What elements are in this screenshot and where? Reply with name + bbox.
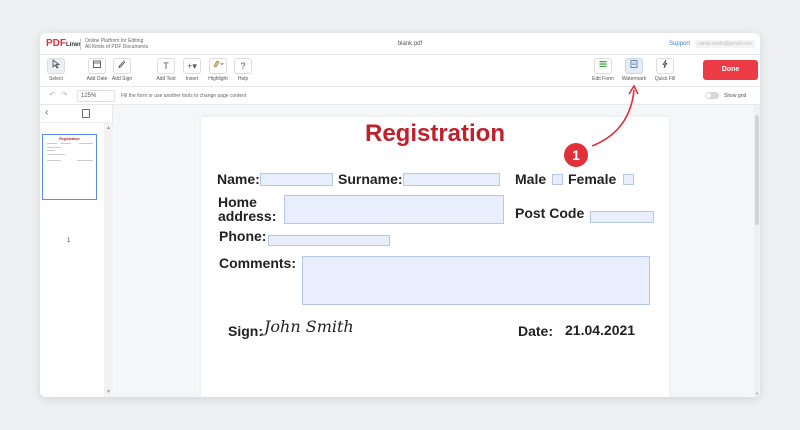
pages-icon[interactable] xyxy=(82,109,90,118)
text-icon: T xyxy=(157,58,175,74)
female-label: Female xyxy=(568,171,617,187)
scroll-up-icon[interactable]: ▲ xyxy=(106,125,111,131)
thumbnail-panel-header: ‹ xyxy=(40,105,112,123)
add-text-button[interactable]: T Add Text xyxy=(153,58,179,82)
highlight-label: Highlight xyxy=(208,76,228,82)
surname-label: Surname: xyxy=(338,171,403,187)
callout-arrow xyxy=(591,84,639,147)
sign-label: Sign: xyxy=(228,323,263,339)
surname-field[interactable] xyxy=(403,173,500,186)
collapse-panel-icon[interactable]: ‹ xyxy=(45,107,48,118)
app-logo[interactable]: PDFLiner xyxy=(46,38,81,49)
address-label: address: xyxy=(218,208,277,224)
phone-field[interactable] xyxy=(268,235,390,246)
marker-icon xyxy=(209,58,227,74)
add-text-label: Add Text xyxy=(156,76,176,82)
logo-divider xyxy=(80,38,81,50)
postcode-label: Post Code xyxy=(515,205,585,221)
show-grid-toggle[interactable] xyxy=(705,92,719,99)
male-label: Male xyxy=(515,171,547,187)
main-toolbar: Select Add Date Add Sign T Add Text +▾ I… xyxy=(40,55,760,87)
redo-icon[interactable]: ↷ xyxy=(61,90,68,99)
add-date-button[interactable]: Add Date xyxy=(84,58,110,82)
lightning-icon xyxy=(656,58,674,74)
question-icon: ? xyxy=(234,58,252,74)
signature[interactable]: John Smith xyxy=(264,317,354,336)
document-page: Registration Name: Surname: Male Female … xyxy=(201,117,669,397)
form-icon xyxy=(594,58,612,74)
thumbnail-line xyxy=(47,147,61,148)
header-bar: PDFLiner Online Platform for Editing All… xyxy=(40,33,760,55)
male-checkbox[interactable] xyxy=(552,174,563,185)
phone-label: Phone: xyxy=(219,228,267,244)
step-badge: 1 xyxy=(564,143,588,167)
scroll-down-icon[interactable]: ▼ xyxy=(755,391,759,396)
add-sign-button[interactable]: Add Sign xyxy=(109,58,135,82)
select-tool-label: Select xyxy=(49,76,63,82)
highlight-button[interactable]: Highlight xyxy=(205,58,231,82)
tagline-line-2: All Kinds of PDF Documents xyxy=(85,44,149,50)
undo-icon[interactable]: ↶ xyxy=(49,90,56,99)
done-button[interactable]: Done xyxy=(703,60,758,80)
scroll-down-icon[interactable]: ▼ xyxy=(106,389,111,395)
insert-label: Insert xyxy=(185,76,199,82)
help-label: Help xyxy=(237,76,249,82)
document-scrollbar[interactable]: ▼ xyxy=(754,105,760,397)
thumbnail-title: Registration xyxy=(59,137,80,141)
instruction-hint: Fill the form or use another tools to ch… xyxy=(121,93,247,99)
comments-field[interactable] xyxy=(302,256,650,305)
user-email[interactable]: carrie.smith@gmail.com xyxy=(695,40,755,48)
app-tagline: Online Platform for Editing All Kinds of… xyxy=(85,38,165,50)
comments-label: Comments: xyxy=(219,255,297,271)
date-value[interactable]: 21.04.2021 xyxy=(565,323,635,338)
calendar-icon xyxy=(88,58,106,74)
zoom-input[interactable]: 125% xyxy=(77,90,115,102)
page-number: 1 xyxy=(67,238,71,244)
cursor-icon xyxy=(47,58,65,74)
options-bar: ↶ ↷ 125% Fill the form or use another to… xyxy=(40,87,760,105)
postcode-field[interactable] xyxy=(590,211,654,223)
plus-icon: +▾ xyxy=(183,58,201,74)
help-button[interactable]: ? Help xyxy=(230,58,256,82)
quick-fill-label: Quick Fill xyxy=(654,76,676,82)
support-link[interactable]: Support xyxy=(669,41,690,47)
thumbnail-line xyxy=(61,143,71,144)
thumbnail-line xyxy=(47,160,61,161)
thumbnail-scrollbar[interactable]: ▲ ▼ xyxy=(104,123,113,397)
pen-icon xyxy=(113,58,131,74)
document-canvas: Registration Name: Surname: Male Female … xyxy=(113,105,760,397)
female-checkbox[interactable] xyxy=(623,174,634,185)
page-thumbnail[interactable]: Registration xyxy=(42,134,97,200)
date-label: Date: xyxy=(518,323,554,339)
quick-fill-button[interactable]: Quick Fill xyxy=(652,58,678,82)
home-address-field[interactable] xyxy=(284,195,504,224)
thumbnail-line xyxy=(47,154,65,155)
select-tool-button[interactable]: Select xyxy=(43,58,69,82)
thumbnail-line xyxy=(77,160,93,161)
thumbnail-line xyxy=(79,143,93,144)
thumbnail-panel: ‹ Registration 1 ▲ ▼ xyxy=(40,105,113,397)
watermark-icon xyxy=(625,58,643,74)
scrollbar-thumb[interactable] xyxy=(755,115,759,225)
add-date-label: Add Date xyxy=(86,76,108,82)
thumbnail-line xyxy=(47,143,57,144)
name-field[interactable] xyxy=(260,173,333,186)
insert-button[interactable]: +▾ Insert xyxy=(179,58,205,82)
name-label: Name: xyxy=(217,171,260,187)
document-filename: blank.pdf xyxy=(397,41,423,47)
app-window: PDFLiner Online Platform for Editing All… xyxy=(40,33,760,397)
thumbnail-line xyxy=(47,150,55,151)
add-sign-label: Add Sign xyxy=(111,76,133,82)
show-grid-label: Show grid xyxy=(724,93,747,99)
